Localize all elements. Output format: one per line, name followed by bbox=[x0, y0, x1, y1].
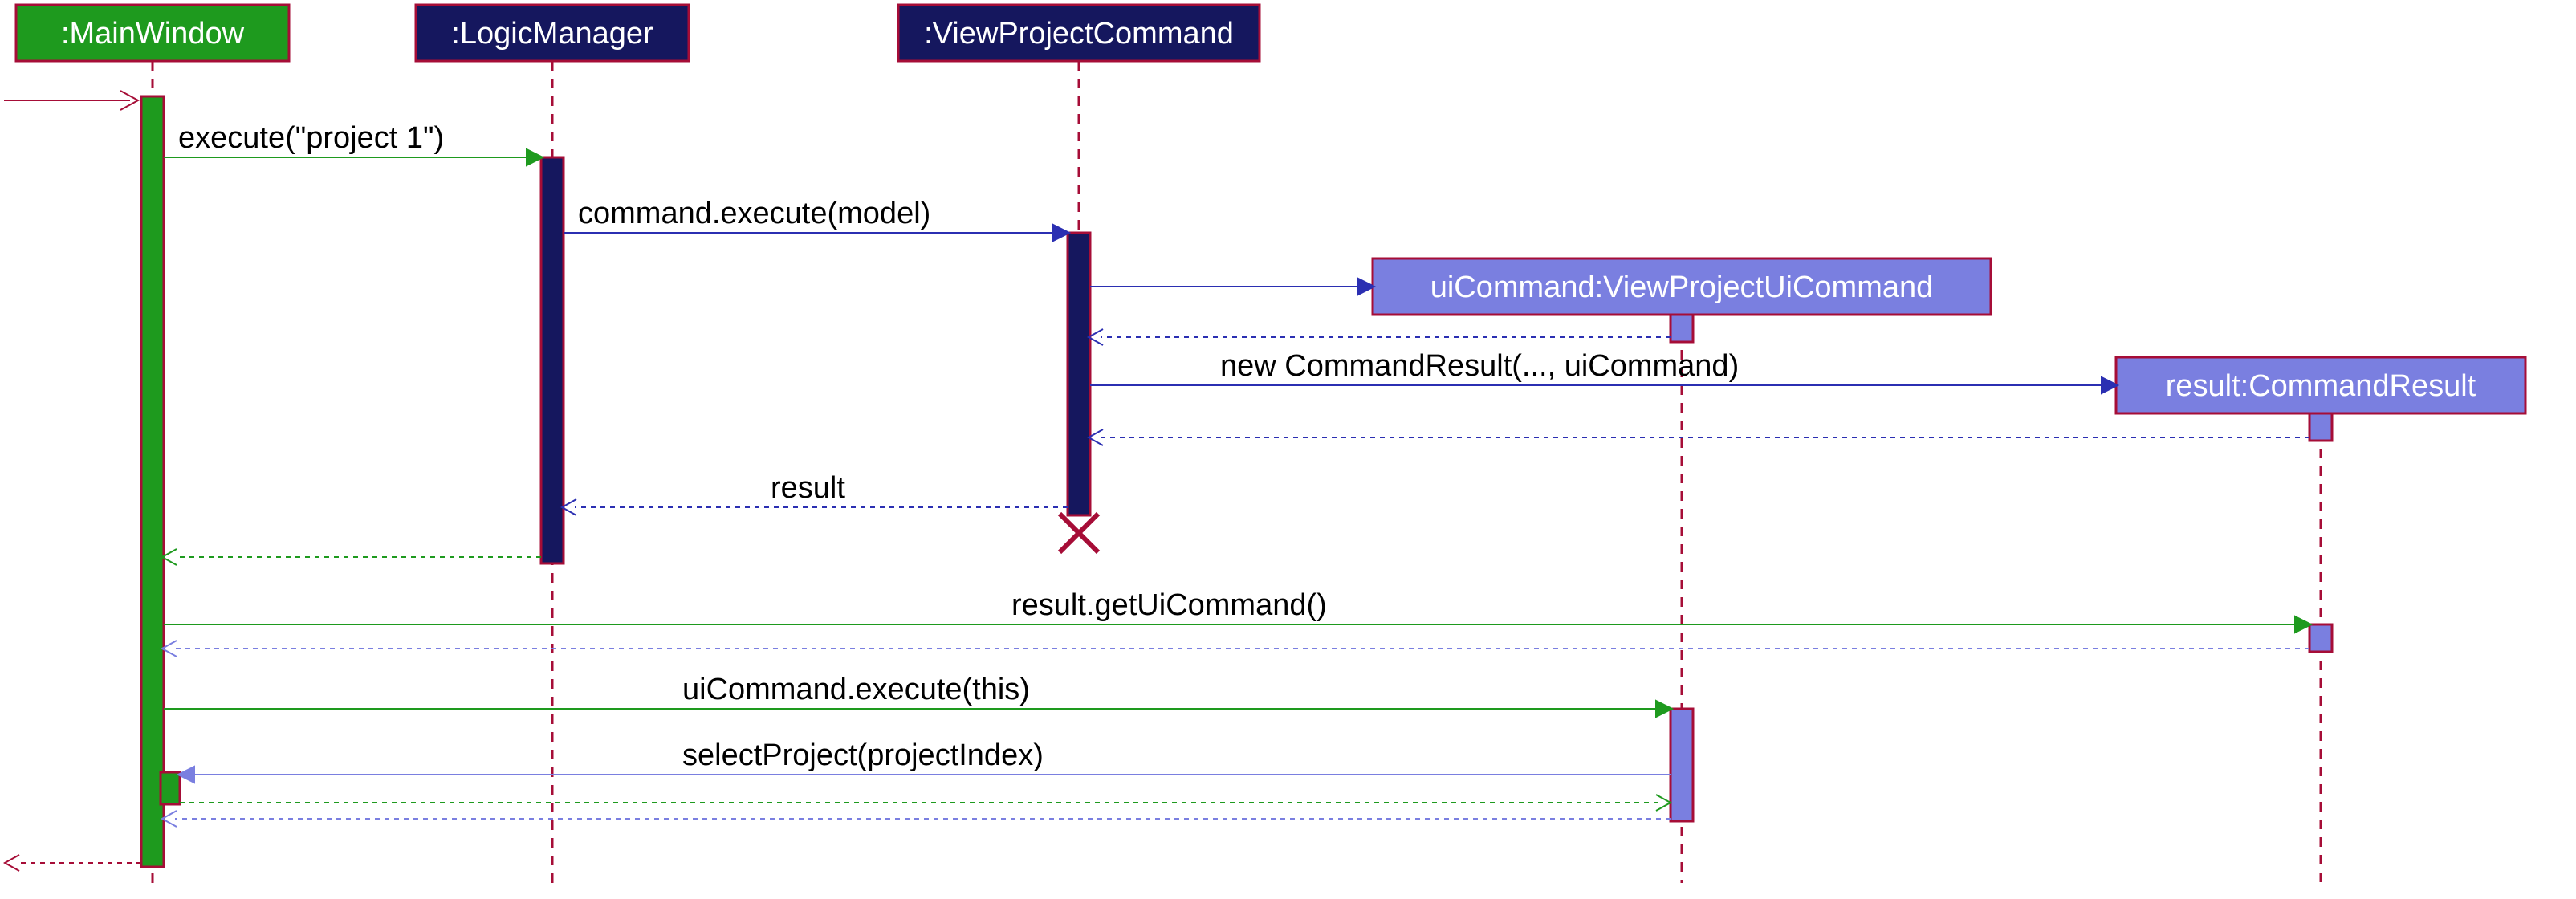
message-uicmd-execute: uiCommand.execute(this) bbox=[164, 673, 1672, 717]
message-execute-label: execute("project 1") bbox=[178, 121, 444, 155]
message-uicmd-execute-label: uiCommand.execute(this) bbox=[682, 673, 1030, 706]
message-return-result: result bbox=[562, 471, 1068, 515]
message-return-to-mainwindow bbox=[162, 549, 541, 565]
message-return-result-label: result bbox=[771, 471, 845, 505]
activation-uicommand-execute bbox=[1671, 709, 1693, 821]
participant-viewprojectcommand-label: :ViewProjectCommand bbox=[924, 17, 1234, 51]
message-getuicommand-label: result.getUiCommand() bbox=[1011, 588, 1327, 622]
message-new-commandresult-label: new CommandResult(..., uiCommand) bbox=[1220, 349, 1739, 383]
message-selectproject: selectProject(projectIndex) bbox=[178, 738, 1671, 783]
message-return-selectproject bbox=[180, 795, 1671, 811]
message-return-uicmd-execute bbox=[162, 811, 1671, 827]
participant-uicommand-label: uiCommand:ViewProjectUiCommand bbox=[1430, 271, 1934, 304]
message-command-execute-label: command.execute(model) bbox=[578, 197, 930, 230]
activation-uicommand-create bbox=[1671, 315, 1693, 342]
sequence-diagram: :MainWindow :LogicManager :ViewProjectCo… bbox=[0, 0, 2576, 899]
message-found bbox=[4, 91, 138, 110]
activation-viewprojectcommand bbox=[1068, 233, 1090, 515]
message-command-execute: command.execute(model) bbox=[564, 197, 1069, 241]
activation-mainwindow-selectproject bbox=[161, 772, 180, 804]
participant-commandresult-label: result:CommandResult bbox=[2166, 369, 2476, 403]
activation-result-create bbox=[2309, 413, 2332, 441]
message-return-uicommand bbox=[1089, 329, 1671, 345]
destroy-viewprojectcommand bbox=[1060, 514, 1098, 552]
participant-logicmanager-label: :LogicManager bbox=[451, 17, 653, 51]
participant-viewprojectcommand: :ViewProjectCommand bbox=[898, 5, 1260, 61]
activation-logicmanager bbox=[541, 157, 564, 563]
message-new-commandresult: new CommandResult(..., uiCommand) bbox=[1090, 349, 2118, 393]
message-create-uicommand bbox=[1090, 279, 1374, 295]
message-selectproject-label: selectProject(projectIndex) bbox=[682, 738, 1044, 772]
message-getuicommand: result.getUiCommand() bbox=[164, 588, 2311, 633]
participant-uicommand: uiCommand:ViewProjectUiCommand bbox=[1373, 258, 1991, 315]
participant-mainwindow-label: :MainWindow bbox=[61, 17, 245, 51]
message-found-return bbox=[5, 855, 141, 871]
participant-commandresult: result:CommandResult bbox=[2116, 357, 2525, 413]
participant-logicmanager: :LogicManager bbox=[416, 5, 689, 61]
message-execute: execute("project 1") bbox=[164, 121, 543, 165]
activation-mainwindow bbox=[141, 96, 164, 867]
message-return-getuicommand bbox=[162, 641, 2309, 657]
participant-mainwindow: :MainWindow bbox=[16, 5, 289, 61]
message-return-commandresult bbox=[1089, 429, 2309, 445]
activation-result-getuicmd bbox=[2309, 624, 2332, 652]
